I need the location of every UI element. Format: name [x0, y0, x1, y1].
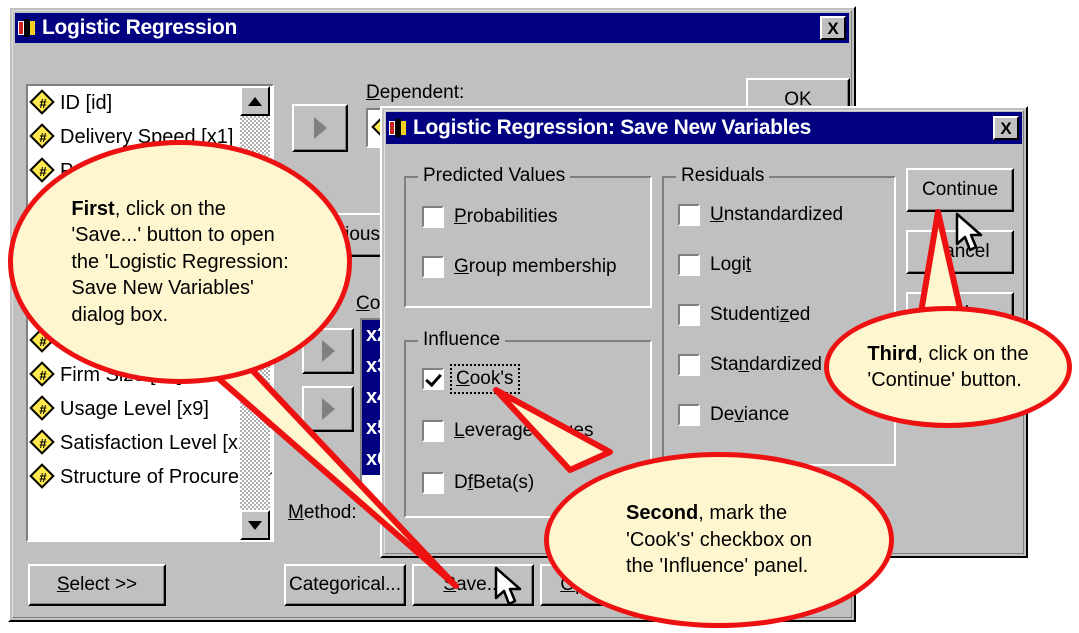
- callout-first: First, click on the 'Save...' button to …: [8, 140, 352, 384]
- residuals-group: Residuals Unstandardized Logit Studentiz…: [662, 165, 896, 466]
- scale-variable-icon: #: [29, 123, 55, 149]
- spss-app-icon: [389, 119, 407, 137]
- dependent-label: Dependent:: [366, 82, 465, 103]
- checkbox-leverage-values[interactable]: Leverage values: [422, 420, 593, 442]
- checkbox-box[interactable]: [678, 354, 700, 376]
- callout-second-rest: , mark the: [698, 502, 788, 525]
- checkbox-label: Studentized: [710, 304, 811, 325]
- checkbox-probabilities[interactable]: Probabilities: [422, 206, 558, 228]
- scale-variable-icon: #: [29, 429, 55, 455]
- checkbox-box[interactable]: [678, 254, 700, 276]
- list-item-label: Satisfaction Level [x10]: [60, 431, 266, 454]
- list-item-label: Usage Level [x9]: [60, 397, 209, 420]
- save-button-label: Save...: [443, 574, 503, 595]
- list-item[interactable]: # ID [id]: [28, 86, 272, 120]
- arrow-right-icon: [321, 398, 335, 420]
- list-item[interactable]: # Structure of Procurement [x11]: [28, 460, 272, 494]
- checkbox-standardized[interactable]: Standardized: [678, 354, 822, 376]
- checkbox-logit[interactable]: Logit: [678, 254, 751, 276]
- main-dialog-title: Logistic Regression: [42, 16, 238, 39]
- scale-variable-icon: #: [29, 157, 55, 183]
- list-item-label: ID [id]: [60, 91, 113, 114]
- checkbox-label: Unstandardized: [710, 204, 844, 225]
- scale-variable-icon: #: [29, 463, 55, 489]
- callout-second-line2: the 'Influence' panel.: [626, 555, 809, 578]
- arrow-right-icon: [321, 340, 335, 362]
- predicted-values-group: Predicted Values Probabilities Group mem…: [404, 165, 652, 308]
- checkbox-dfbetas[interactable]: DfBeta(s): [422, 472, 534, 494]
- method-label: Method:: [288, 502, 357, 523]
- checkbox-label: Group membership: [454, 256, 617, 277]
- checkbox-label: DfBeta(s): [454, 472, 535, 493]
- checkbox-deviance[interactable]: Deviance: [678, 404, 789, 426]
- predicted-values-legend: Predicted Values: [418, 165, 571, 187]
- residuals-legend: Residuals: [676, 165, 770, 187]
- save-dialog-title: Logistic Regression: Save New Variables: [413, 116, 811, 139]
- save-dialog-close-button[interactable]: X: [993, 116, 1019, 140]
- checkbox-label: Standardized: [710, 354, 822, 375]
- callout-first-line2: the 'Logistic Regression:: [71, 250, 289, 273]
- checkbox-label: Deviance: [710, 404, 790, 425]
- categorical-button-label: Categorical...: [289, 574, 401, 595]
- checkbox-cooks[interactable]: Cook's: [422, 364, 520, 394]
- scale-variable-icon: #: [29, 89, 55, 115]
- checkbox-label: Logit: [710, 254, 752, 275]
- scale-variable-icon: #: [29, 361, 55, 387]
- callout-first-line4: dialog box.: [71, 303, 169, 326]
- cancel-button-label: Cancel: [930, 241, 990, 262]
- categorical-button[interactable]: Categorical...: [284, 564, 406, 606]
- checkbox-studentized[interactable]: Studentized: [678, 304, 810, 326]
- checkbox-box[interactable]: [678, 404, 700, 426]
- checkbox-unstandardized[interactable]: Unstandardized: [678, 204, 843, 226]
- checkbox-label: Leverage values: [454, 420, 594, 441]
- checkbox-box[interactable]: [422, 368, 444, 390]
- save-button[interactable]: Save...: [412, 564, 534, 606]
- checkbox-label: Cook's: [450, 364, 520, 394]
- list-item[interactable]: # Usage Level [x9]: [28, 392, 272, 426]
- list-item[interactable]: # Satisfaction Level [x10]: [28, 426, 272, 460]
- select-button-label: Select >>: [56, 574, 138, 595]
- callout-third-rest: , click on the: [917, 342, 1029, 365]
- callout-second-lead: Second: [626, 502, 699, 525]
- callout-first-lead: First: [71, 198, 115, 221]
- save-dialog-titlebar[interactable]: Logistic Regression: Save New Variables …: [386, 112, 1022, 144]
- continue-button[interactable]: Continue: [906, 168, 1014, 212]
- callout-third-text: Third, click on the 'Continue' button.: [853, 341, 1042, 394]
- influence-legend: Influence: [418, 329, 506, 351]
- scroll-up-button[interactable]: [240, 86, 270, 116]
- callout-first-rest: , click on the: [114, 198, 226, 221]
- callout-second-line1: 'Cook's' checkbox on: [626, 528, 812, 551]
- checkbox-box[interactable]: [678, 304, 700, 326]
- arrow-right-icon: [313, 117, 327, 139]
- callout-third-lead: Third: [867, 342, 918, 365]
- callout-third: Third, click on the 'Continue' button.: [824, 306, 1072, 428]
- scroll-down-button[interactable]: [240, 510, 270, 540]
- triangle-up-icon: [248, 96, 262, 106]
- callout-second-text: Second, mark the 'Cook's' checkbox on th…: [604, 500, 834, 579]
- callout-second: Second, mark the 'Cook's' checkbox on th…: [544, 452, 894, 628]
- main-dialog-close-button[interactable]: X: [820, 16, 846, 40]
- callout-first-line1: 'Save...' button to open: [71, 224, 275, 247]
- callout-third-line1: 'Continue' button.: [867, 369, 1022, 391]
- checkbox-box[interactable]: [678, 204, 700, 226]
- checkbox-box[interactable]: [422, 472, 444, 494]
- checkbox-box[interactable]: [422, 256, 444, 278]
- checkbox-box[interactable]: [422, 420, 444, 442]
- spss-app-icon: [18, 19, 36, 37]
- select-button[interactable]: Select >>: [28, 564, 166, 606]
- cancel-button[interactable]: Cancel: [906, 230, 1014, 274]
- screenshot-root: Logistic Regression X # ID [id] # Delive…: [0, 0, 1079, 633]
- continue-button-label: Continue: [921, 179, 999, 200]
- triangle-down-icon: [248, 520, 262, 530]
- callout-first-text: First, click on the 'Save...' button to …: [45, 196, 314, 328]
- scale-variable-icon: #: [29, 395, 55, 421]
- checkbox-box[interactable]: [422, 206, 444, 228]
- checkbox-group-membership[interactable]: Group membership: [422, 256, 617, 278]
- checkbox-label: Probabilities: [454, 206, 558, 227]
- move-to-dependent-button[interactable]: [292, 104, 348, 152]
- callout-first-line3: Save New Variables': [71, 277, 254, 300]
- main-dialog-titlebar[interactable]: Logistic Regression X: [15, 13, 849, 43]
- interaction-term-button[interactable]: [302, 386, 354, 432]
